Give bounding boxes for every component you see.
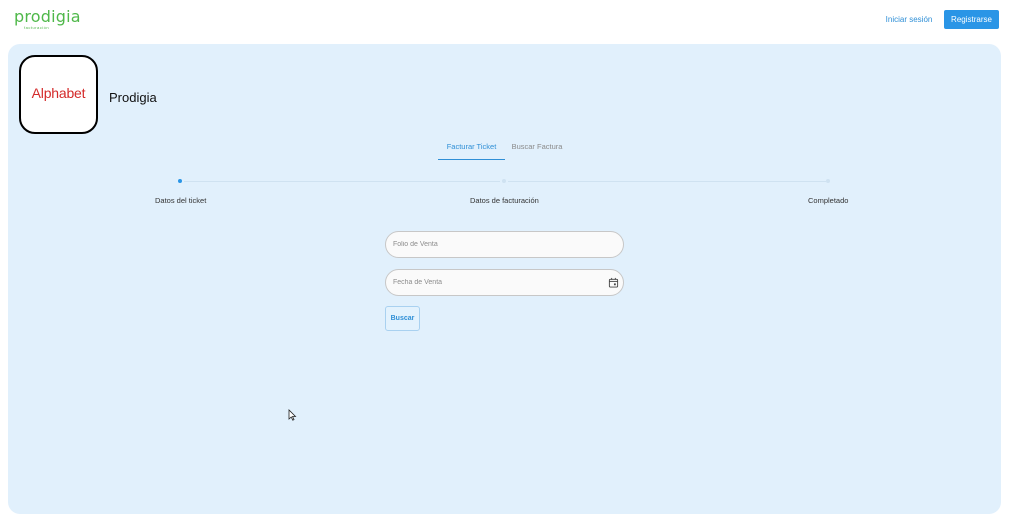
- folio-input[interactable]: [393, 232, 593, 257]
- prodigia-logo[interactable]: prodigia facturación: [14, 7, 81, 31]
- step-label-datos-facturacion: Datos de facturación: [470, 196, 539, 205]
- register-button[interactable]: Registrarse: [944, 10, 999, 29]
- logo-subtitle: facturación: [24, 25, 50, 30]
- company-logo-text: Alphabet: [31, 85, 86, 101]
- company-name: Prodigia: [109, 90, 157, 105]
- search-button[interactable]: Buscar: [385, 306, 420, 331]
- fecha-input[interactable]: [393, 270, 593, 295]
- logo-wordmark: prodigia: [14, 7, 81, 26]
- step-dot-active: [178, 179, 182, 183]
- tab-buscar-factura[interactable]: Buscar Factura: [508, 138, 566, 160]
- company-logo: Alphabet: [19, 55, 98, 134]
- step-label-completado: Completado: [808, 196, 849, 205]
- top-navbar: prodigia facturación Iniciar sesión Regi…: [0, 0, 1011, 42]
- fecha-field: [385, 269, 624, 296]
- stepper-connector-1: [184, 181, 500, 182]
- stepper-connector-2: [508, 181, 826, 182]
- step-dot: [826, 179, 830, 183]
- login-link[interactable]: Iniciar sesión: [880, 11, 938, 29]
- calendar-icon[interactable]: [608, 277, 619, 288]
- folio-field: [385, 231, 624, 258]
- tab-facturar-ticket[interactable]: Facturar Ticket: [438, 138, 505, 160]
- mouse-pointer-icon: [288, 409, 297, 421]
- step-dot: [502, 179, 506, 183]
- step-label-datos-ticket: Datos del ticket: [155, 196, 207, 205]
